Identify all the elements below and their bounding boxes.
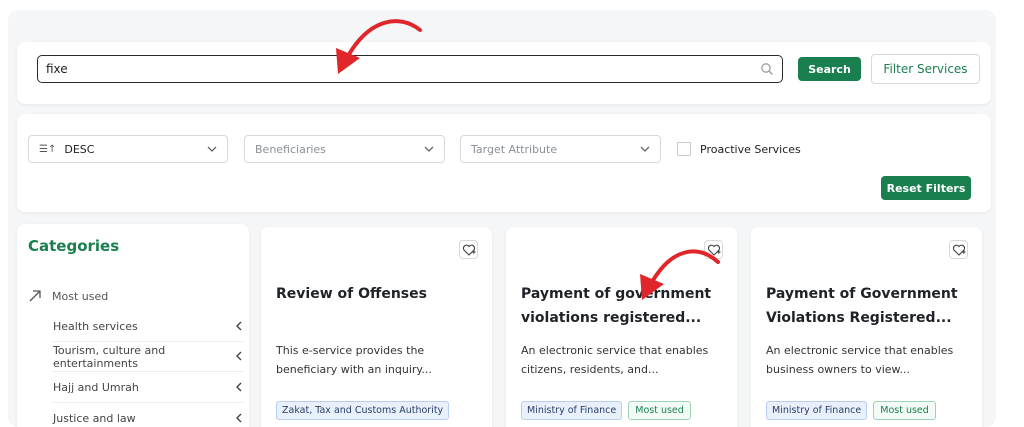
chevron-left-icon xyxy=(236,321,242,331)
search-input-wrapper[interactable] xyxy=(37,55,783,83)
beneficiaries-placeholder: Beneficiaries xyxy=(255,142,326,156)
agency-tag: Zakat, Tax and Customs Authority xyxy=(276,401,450,420)
service-card[interactable]: Payment of Government Violations Registe… xyxy=(751,227,982,427)
categories-title: Categories xyxy=(28,237,120,255)
filter-panel: ☰↑ DESC Beneficiaries Target Attribute P… xyxy=(17,114,991,212)
service-card-tags: Zakat, Tax and Customs Authority xyxy=(276,401,450,420)
beneficiaries-select[interactable]: Beneficiaries xyxy=(244,135,445,163)
service-card[interactable]: Review of Offenses This e-service provid… xyxy=(261,227,492,427)
reset-filters-button[interactable]: Reset Filters xyxy=(881,176,971,200)
sort-order-value: DESC xyxy=(64,142,95,156)
chevron-down-icon xyxy=(640,146,650,152)
service-card-title[interactable]: Payment of Government Violations Registe… xyxy=(766,282,971,330)
chevron-left-icon xyxy=(236,413,242,423)
screenshot-frame: Search Filter Services ☰↑ DESC Beneficia… xyxy=(0,0,1024,427)
category-most-used-label: Most used xyxy=(52,289,109,303)
filter-services-button[interactable]: Filter Services xyxy=(871,54,980,84)
search-button[interactable]: Search xyxy=(798,57,861,81)
search-panel: Search Filter Services xyxy=(17,42,991,104)
heart-plus-icon xyxy=(952,244,966,256)
category-item-label: Justice and law xyxy=(53,412,136,425)
category-item-label: Tourism, culture and entertainments xyxy=(53,343,166,370)
page-canvas: Search Filter Services ☰↑ DESC Beneficia… xyxy=(8,10,996,427)
service-card-title[interactable]: Payment of government violations registe… xyxy=(521,282,726,330)
service-card-description: An electronic service that enables busin… xyxy=(766,344,954,376)
search-icon[interactable] xyxy=(760,62,774,76)
category-item-label: Health services xyxy=(53,320,138,333)
category-item-justice[interactable]: Justice and law xyxy=(53,404,243,427)
chevron-down-icon xyxy=(424,146,434,152)
favorite-button[interactable] xyxy=(704,240,723,259)
trending-arrow-icon xyxy=(29,290,41,302)
service-card-description: This e-service provides the beneficiary … xyxy=(276,344,432,376)
chevron-left-icon xyxy=(236,351,242,361)
service-card-tags: Ministry of Finance Most used xyxy=(766,401,936,420)
proactive-services-label[interactable]: Proactive Services xyxy=(700,143,801,156)
service-card-tags: Ministry of Finance Most used xyxy=(521,401,691,420)
target-attribute-placeholder: Target Attribute xyxy=(471,142,558,156)
service-card-description: An electronic service that enables citiz… xyxy=(521,344,709,376)
chevron-down-icon xyxy=(207,146,217,152)
proactive-services-checkbox[interactable] xyxy=(677,142,691,156)
most-used-badge: Most used xyxy=(628,401,691,420)
category-item-health[interactable]: Health services xyxy=(53,312,243,342)
service-card-title[interactable]: Review of Offenses xyxy=(276,282,481,306)
heart-plus-icon xyxy=(462,244,476,256)
favorite-button[interactable] xyxy=(949,240,968,259)
sort-icon: ☰↑ xyxy=(39,143,57,155)
search-input[interactable] xyxy=(46,60,746,78)
category-item-tourism[interactable]: Tourism, culture and entertainments xyxy=(53,342,243,372)
agency-tag: Ministry of Finance xyxy=(766,401,868,420)
most-used-badge: Most used xyxy=(873,401,936,420)
category-item-label: Hajj and Umrah xyxy=(53,381,139,394)
heart-plus-icon xyxy=(707,244,721,256)
service-card[interactable]: Payment of government violations registe… xyxy=(506,227,737,427)
favorite-button[interactable] xyxy=(459,240,478,259)
category-most-used[interactable]: Most used xyxy=(28,286,238,306)
categories-panel: Categories Most used Health services Tou… xyxy=(17,224,249,427)
chevron-left-icon xyxy=(236,382,242,392)
sort-order-select[interactable]: ☰↑ DESC xyxy=(28,135,228,163)
category-item-hajj[interactable]: Hajj and Umrah xyxy=(53,373,243,403)
agency-tag: Ministry of Finance xyxy=(521,401,623,420)
target-attribute-select[interactable]: Target Attribute xyxy=(460,135,661,163)
